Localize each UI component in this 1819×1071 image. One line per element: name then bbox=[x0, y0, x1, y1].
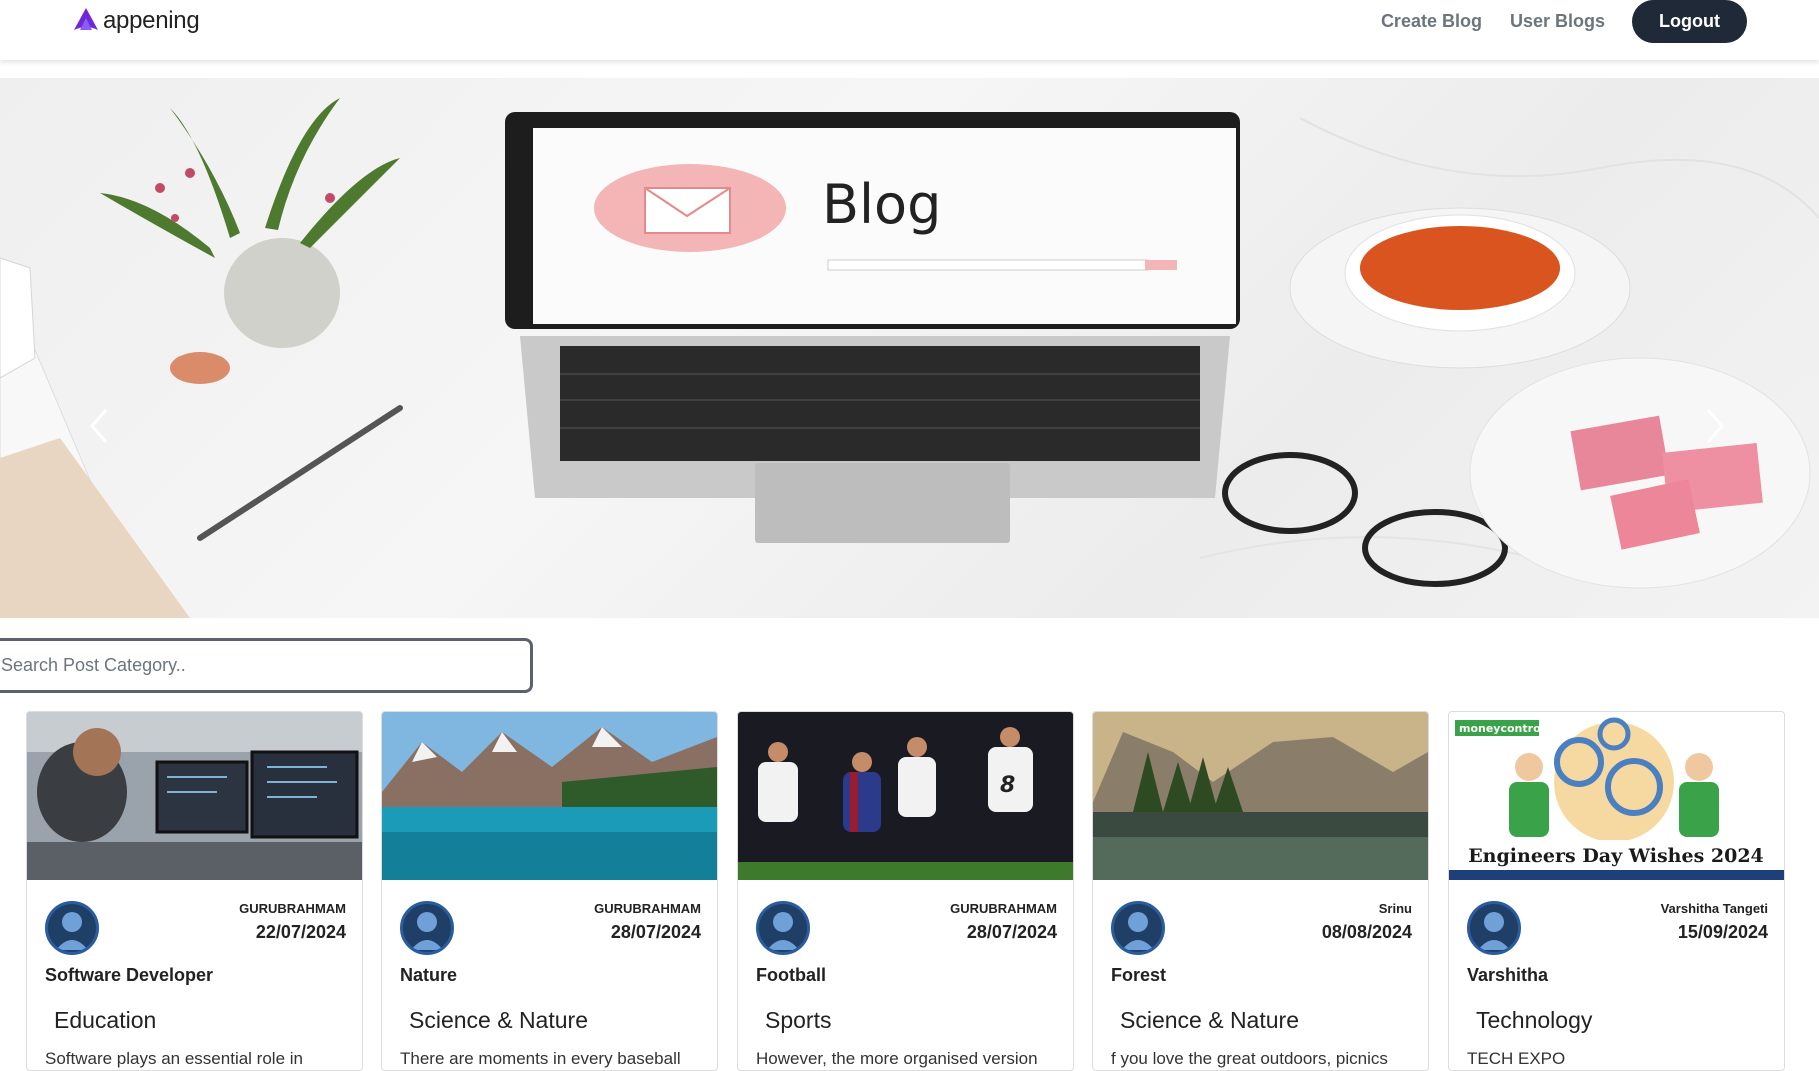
post-image-football: 8 bbox=[738, 712, 1073, 880]
author-avatar bbox=[1111, 901, 1165, 955]
post-author: Srinu bbox=[1378, 901, 1412, 916]
create-blog-link[interactable]: Create Blog bbox=[1381, 11, 1482, 32]
post-category: Education bbox=[54, 1007, 157, 1033]
search-category-input[interactable] bbox=[0, 638, 533, 693]
brand-logo-icon bbox=[70, 4, 102, 39]
post-card[interactable]: GURUBRAHMAM 22/07/2024 Software Develope… bbox=[26, 711, 363, 1071]
post-author: GURUBRAHMAM bbox=[594, 901, 701, 916]
carousel-prev-chevron-left-icon[interactable] bbox=[86, 406, 114, 446]
navbar: appening Create Blog User Blogs Logout bbox=[0, 0, 1819, 60]
post-category: Technology bbox=[1476, 1007, 1593, 1033]
post-image-nature bbox=[382, 712, 717, 880]
brand-name: appening bbox=[103, 7, 200, 34]
post-excerpt: Software plays an essential role in bbox=[45, 1049, 303, 1068]
post-title: Varshitha bbox=[1467, 965, 1549, 985]
post-title: Nature bbox=[400, 965, 458, 985]
post-image-forest bbox=[1093, 712, 1428, 880]
hero-carousel: Blog bbox=[0, 78, 1819, 618]
post-author: GURUBRAHMAM bbox=[239, 901, 346, 916]
post-date: 08/08/2024 bbox=[1321, 922, 1412, 942]
svg-text:Engineers Day Wishes 2024: Engineers Day Wishes 2024 bbox=[1468, 845, 1764, 867]
post-excerpt: However, the more organised version bbox=[756, 1049, 1038, 1068]
post-excerpt: f you love the great outdoors, picnics bbox=[1111, 1049, 1388, 1068]
post-excerpt: There are moments in every baseball bbox=[400, 1049, 681, 1068]
post-title: Software Developer bbox=[45, 965, 214, 985]
post-title: Football bbox=[756, 965, 826, 985]
post-author: Varshitha Tangeti bbox=[1660, 901, 1768, 916]
post-date: 15/09/2024 bbox=[1677, 922, 1768, 942]
nav-links: Create Blog User Blogs Logout bbox=[1353, 0, 1747, 43]
post-author: GURUBRAHMAM bbox=[950, 901, 1057, 916]
brand[interactable]: appening bbox=[70, 4, 200, 39]
post-category: Science & Nature bbox=[409, 1007, 588, 1033]
hero-image: Blog bbox=[0, 98, 1819, 618]
post-image-engineers-day: moneycontrol Engineers Day Wishes 2024 bbox=[1449, 712, 1784, 880]
hero-screen-text: Blog bbox=[822, 173, 941, 236]
svg-text:moneycontrol: moneycontrol bbox=[1459, 722, 1544, 735]
post-card[interactable]: 8 GURUBRAHMAM 28/07/2024 Football Sports… bbox=[737, 711, 1074, 1071]
post-date: 22/07/2024 bbox=[255, 922, 346, 942]
logout-button[interactable]: Logout bbox=[1632, 0, 1747, 43]
post-image-developer bbox=[27, 712, 362, 880]
svg-text:8: 8 bbox=[1000, 773, 1015, 798]
author-avatar bbox=[756, 901, 810, 955]
post-card[interactable]: moneycontrol Engineers Day Wishes 2024 V… bbox=[1448, 711, 1785, 1071]
post-date: 28/07/2024 bbox=[610, 922, 701, 942]
post-title: Forest bbox=[1111, 965, 1167, 985]
author-avatar bbox=[400, 901, 454, 955]
post-excerpt: TECH EXPO bbox=[1467, 1049, 1566, 1068]
post-card[interactable]: Srinu 08/08/2024 Forest Science & Nature… bbox=[1092, 711, 1429, 1071]
user-blogs-link[interactable]: User Blogs bbox=[1510, 11, 1605, 32]
post-date: 28/07/2024 bbox=[966, 922, 1057, 942]
post-category: Sports bbox=[765, 1007, 832, 1033]
carousel-next-chevron-right-icon[interactable] bbox=[1700, 406, 1728, 446]
author-avatar bbox=[45, 901, 99, 955]
post-category: Science & Nature bbox=[1120, 1007, 1299, 1033]
post-card[interactable]: GURUBRAHMAM 28/07/2024 Nature Science & … bbox=[381, 711, 718, 1071]
author-avatar bbox=[1467, 901, 1521, 955]
